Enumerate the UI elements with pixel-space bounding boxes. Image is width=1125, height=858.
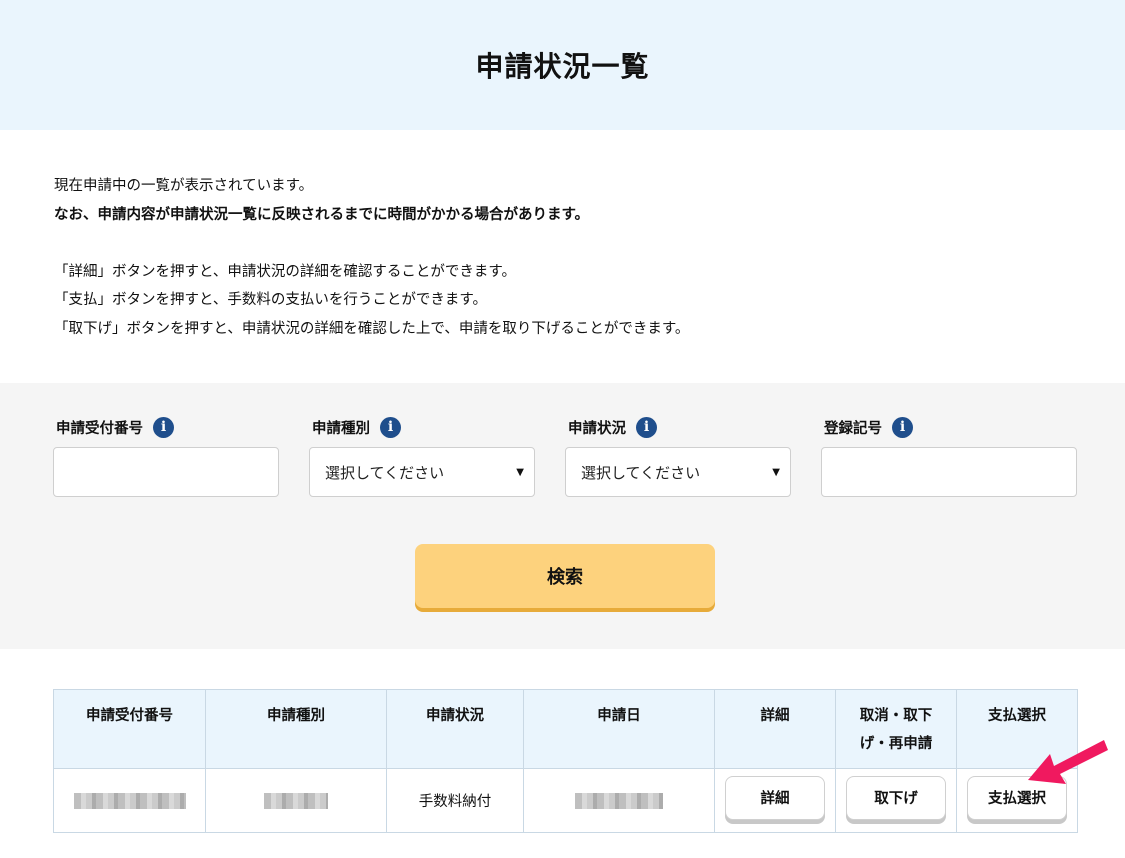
- redacted-value: [264, 792, 328, 809]
- column-header: 詳細: [714, 689, 836, 769]
- registration-mark-input[interactable]: [821, 447, 1077, 497]
- column-header: 申請日: [523, 689, 715, 769]
- receipt-number-label: 申請受付番号 i: [56, 415, 279, 439]
- table-header-row: 申請受付番号 申請種別 申請状況 申請日 詳細 取消・取下 げ・再申請 支払選択: [53, 689, 1078, 769]
- application-status-label: 申請状況 i: [568, 415, 791, 439]
- column-header: 申請種別: [205, 689, 387, 769]
- select-value: 選択してください: [581, 463, 701, 482]
- description-notice: なお、申請内容が申請状況一覧に反映されるまでに時間がかかる場合があります。: [54, 206, 590, 223]
- search-button[interactable]: 検索: [415, 544, 715, 608]
- description-line: 現在申請中の一覧が表示されています。: [54, 178, 314, 194]
- column-header: 申請状況: [386, 689, 524, 769]
- label-text: 申請種別: [312, 420, 370, 437]
- description-line: 「詳細」ボタンを押すと、申請状況の詳細を確認することができます。: [54, 263, 516, 280]
- application-type-select[interactable]: 選択してください ▼: [309, 447, 535, 497]
- application-status-select[interactable]: 選択してください ▼: [565, 447, 791, 497]
- description: 現在申請中の一覧が表示されています。 なお、申請内容が申請状況一覧に反映されるま…: [54, 172, 689, 343]
- header-text: 取消・取下: [859, 708, 933, 724]
- search-panel: 申請受付番号 i 申請種別 i 選択してください ▼ 申請状況 i 選択してくだ…: [0, 383, 1125, 649]
- results-table: 申請受付番号 申請種別 申請状況 申請日 詳細 取消・取下 げ・再申請 支払選択…: [53, 689, 1078, 833]
- application-type-field: 申請種別 i 選択してください ▼: [309, 415, 535, 497]
- label-text: 申請受付番号: [56, 420, 143, 437]
- date-cell: [523, 768, 715, 833]
- page-title: 申請状況一覧: [475, 50, 650, 83]
- receipt-number-input[interactable]: [53, 447, 279, 497]
- withdraw-button[interactable]: 取下げ: [846, 775, 946, 820]
- header-text: げ・再申請: [859, 736, 933, 752]
- type-cell: [205, 768, 387, 833]
- description-line: 「支払」ボタンを押すと、手数料の支払いを行うことができます。: [54, 292, 487, 308]
- redacted-value: [73, 792, 186, 809]
- receipt-number-cell: [53, 768, 206, 833]
- column-header: 取消・取下 げ・再申請: [835, 689, 957, 769]
- detail-cell: 詳細: [714, 768, 836, 833]
- table-row: 手数料納付 詳細 取下げ 支払選択: [53, 768, 1078, 833]
- select-value: 選択してください: [325, 463, 445, 482]
- registration-mark-field: 登録記号 i: [821, 415, 1077, 497]
- info-icon[interactable]: i: [380, 416, 401, 438]
- withdraw-cell: 取下げ: [835, 768, 957, 833]
- application-type-label: 申請種別 i: [312, 415, 535, 439]
- detail-button[interactable]: 詳細: [725, 775, 825, 820]
- redacted-value: [575, 792, 663, 809]
- receipt-number-field: 申請受付番号 i: [53, 415, 279, 497]
- label-text: 申請状況: [568, 420, 626, 437]
- registration-mark-label: 登録記号 i: [824, 415, 1077, 439]
- page-header: 申請状況一覧: [0, 0, 1125, 130]
- info-icon[interactable]: i: [892, 416, 913, 438]
- chevron-down-icon: ▼: [772, 466, 780, 478]
- status-cell: 手数料納付: [386, 768, 524, 833]
- info-icon[interactable]: i: [153, 416, 174, 438]
- info-icon[interactable]: i: [636, 416, 657, 438]
- annotation-arrow-icon: [1028, 740, 1108, 784]
- application-status-field: 申請状況 i 選択してください ▼: [565, 415, 791, 497]
- chevron-down-icon: ▼: [516, 466, 524, 478]
- column-header: 申請受付番号: [53, 689, 206, 769]
- label-text: 登録記号: [824, 420, 882, 437]
- description-line: 「取下げ」ボタンを押すと、申請状況の詳細を確認した上で、申請を取り下げることがで…: [54, 320, 690, 337]
